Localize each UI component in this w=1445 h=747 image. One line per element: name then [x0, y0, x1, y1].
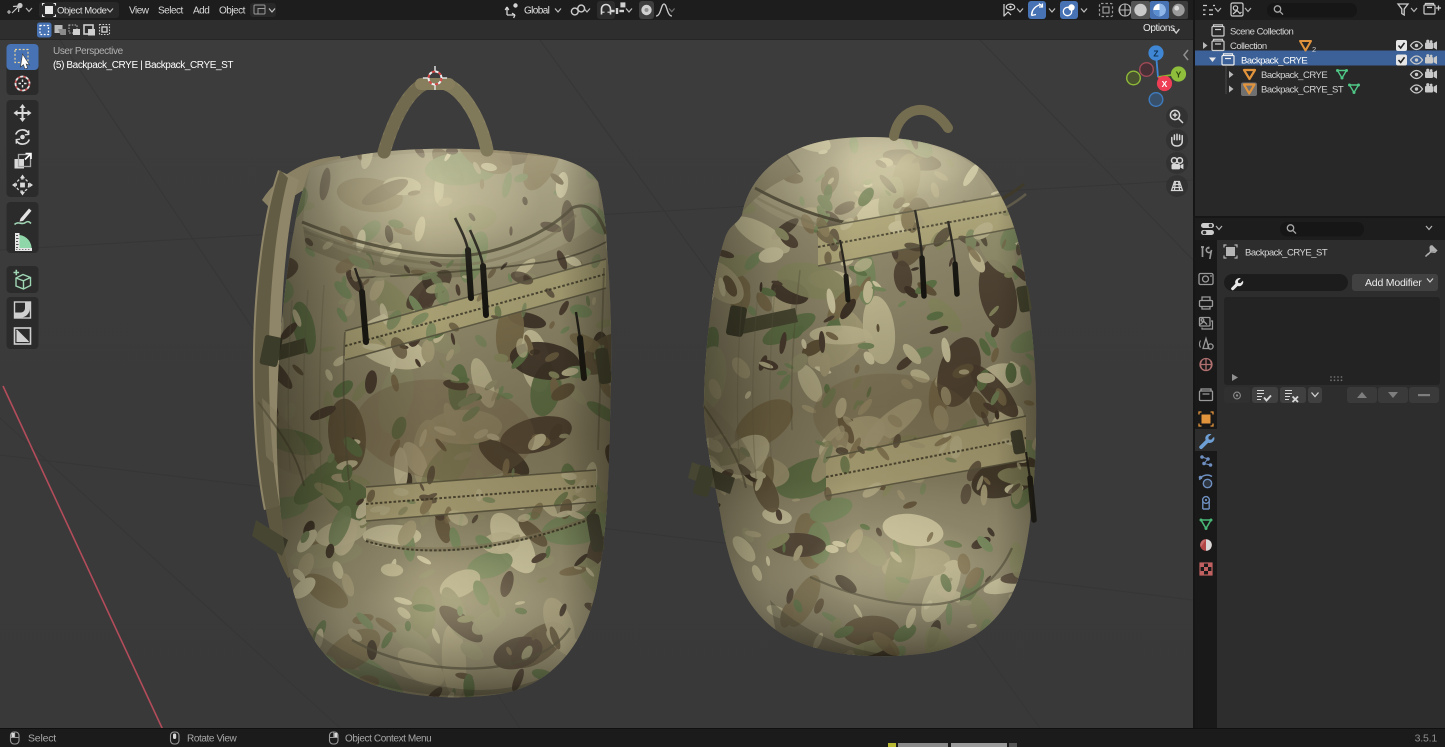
svg-text:2: 2 [1312, 45, 1316, 54]
svg-text:Y: Y [1176, 69, 1182, 79]
svg-text:Backpack_CRYE: Backpack_CRYE [1261, 70, 1327, 81]
svg-text:View: View [129, 6, 150, 17]
svg-text:Add: Add [193, 6, 209, 17]
svg-text:Z: Z [1153, 48, 1158, 58]
svg-text:Global: Global [524, 6, 550, 17]
svg-text:Add Modifier: Add Modifier [1365, 277, 1422, 289]
svg-text:User Perspective: User Perspective [53, 46, 124, 57]
svg-text:Object: Object [219, 6, 246, 17]
svg-text:Object Context Menu: Object Context Menu [345, 734, 431, 745]
svg-text:3.5.1: 3.5.1 [1415, 733, 1438, 745]
svg-text:Select: Select [28, 733, 56, 745]
svg-text:(5) Backpack_CRYE | Backpack_C: (5) Backpack_CRYE | Backpack_CRYE_ST [53, 60, 233, 71]
svg-text:Scene Collection: Scene Collection [1230, 27, 1294, 38]
svg-text:Backpack_CRYE_ST: Backpack_CRYE_ST [1261, 85, 1344, 96]
svg-text:Object Mode: Object Mode [57, 6, 107, 17]
svg-text:Rotate View: Rotate View [187, 734, 238, 745]
svg-text:Backpack_CRYE: Backpack_CRYE [1241, 56, 1307, 67]
svg-text:Select: Select [158, 6, 184, 17]
svg-text:Backpack_CRYE_ST: Backpack_CRYE_ST [1245, 248, 1328, 259]
svg-text:Collection: Collection [1230, 41, 1267, 52]
svg-text:X: X [1162, 79, 1168, 89]
